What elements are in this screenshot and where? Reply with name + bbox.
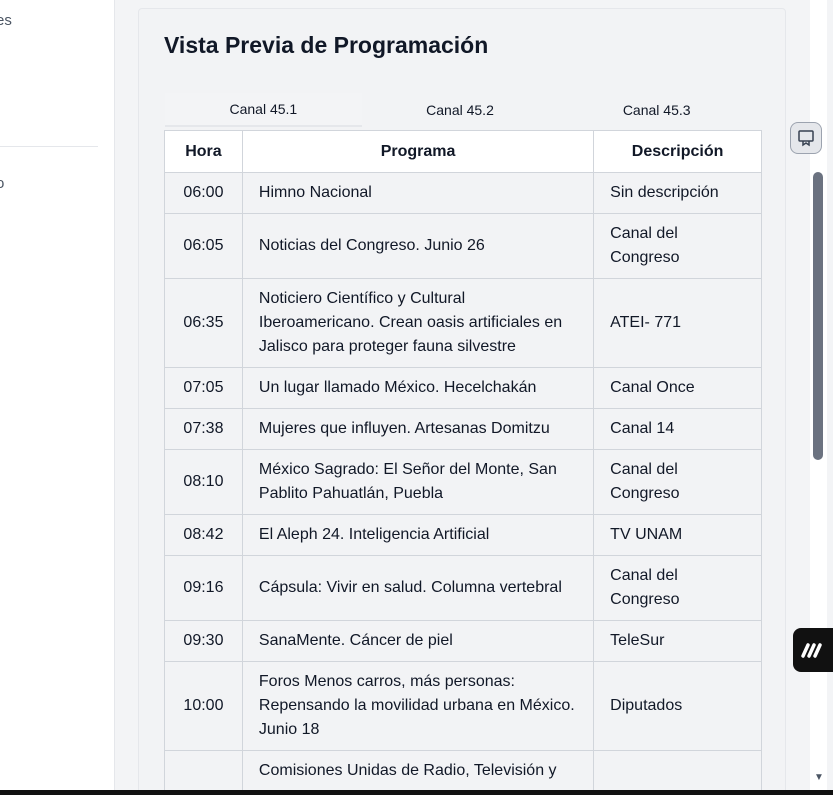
cell-programa: SanaMente. Cáncer de piel <box>241 620 595 662</box>
table-row: 08:42 El Aleph 24. Inteligencia Artificia… <box>164 514 762 556</box>
tab-canal-45-2[interactable]: Canal 45.2 <box>362 93 559 127</box>
cell-hora: 06:05 <box>164 213 243 279</box>
table-row: 06:00 Himno Nacional Sin descripción <box>164 172 762 214</box>
cell-programa: Comisiones Unidas de Radio, Televisión y <box>241 750 595 790</box>
chevron-down-icon[interactable]: ▼ <box>814 772 824 783</box>
cell-hora <box>164 750 243 790</box>
sidebar-item-label[interactable]: es <box>0 12 12 29</box>
table-row: 06:05 Noticias del Congreso. Junio 26 Cana… <box>164 213 762 279</box>
cell-programa: Himno Nacional <box>241 172 595 214</box>
main-content: Vista Previa de Programación Canal 45.1 … <box>115 0 810 790</box>
cell-hora: 07:38 <box>164 408 243 450</box>
tab-canal-45-3[interactable]: Canal 45.3 <box>558 93 755 127</box>
schedule-table: Hora Programa Descripción 06:00 Himno Nac… <box>164 130 762 790</box>
cell-descripcion: ATEI- 771 <box>593 278 762 368</box>
table-body: 06:00 Himno Nacional Sin descripción 06:05 N… <box>164 172 762 790</box>
cell-programa: Foros Menos carros, más personas: Repens… <box>241 661 595 751</box>
table-row: 08:10 México Sagrado: El Señor del Monte,… <box>164 449 762 515</box>
table-row: 07:05 Un lugar llamado México. Hecelchaká… <box>164 367 762 409</box>
table-row: 10:00 Foros Menos carros, más personas: R… <box>164 661 762 751</box>
cell-descripcion: Canal Once <box>593 367 762 409</box>
cell-programa: El Aleph 24. Inteligencia Artificial <box>241 514 595 556</box>
cell-descripcion: Canal 14 <box>593 408 762 450</box>
cell-descripcion: Diputados <box>593 661 762 751</box>
table-row: 06:35 Noticiero Científico y Cultural Ibe… <box>164 278 762 368</box>
column-header-programa: Programa <box>241 130 595 173</box>
cell-programa: México Sagrado: El Señor del Monte, San … <box>241 449 595 515</box>
cell-hora: 09:30 <box>164 620 243 662</box>
table-row: Comisiones Unidas de Radio, Televisión y <box>164 750 762 790</box>
cell-programa: Noticiero Científico y Cultural Iberoame… <box>241 278 595 368</box>
cell-programa: Un lugar llamado México. Hecelchakán <box>241 367 595 409</box>
schedule-preview-card: Vista Previa de Programación Canal 45.1 … <box>138 8 786 790</box>
cell-hora: 08:10 <box>164 449 243 515</box>
table-row: 07:38 Mujeres que influyen. Artesanas Dom… <box>164 408 762 450</box>
table-header-row: Hora Programa Descripción <box>164 130 762 173</box>
cell-descripcion: Canal del Congreso <box>593 213 762 279</box>
cell-hora: 07:05 <box>164 367 243 409</box>
scrollbar-thumb[interactable] <box>813 172 823 460</box>
table-row: 09:30 SanaMente. Cáncer de piel TeleSur <box>164 620 762 662</box>
column-header-hora: Hora <box>164 130 243 173</box>
bottom-edge <box>0 790 833 795</box>
table-row: 09:16 Cápsula: Vivir en salud. Columna ve… <box>164 555 762 621</box>
sidebar-divider <box>0 146 98 147</box>
brand-logo-icon[interactable] <box>793 628 833 672</box>
cell-programa: Noticias del Congreso. Junio 26 <box>241 213 595 279</box>
cell-hora: 06:00 <box>164 172 243 214</box>
column-header-descripcion: Descripción <box>593 130 762 173</box>
cell-hora: 06:35 <box>164 278 243 368</box>
sidebar: es o <box>0 0 115 790</box>
cell-descripcion: Sin descripción <box>593 172 762 214</box>
bookmark-icon[interactable] <box>790 122 822 154</box>
cell-hora: 10:00 <box>164 661 243 751</box>
sidebar-item-label[interactable]: o <box>0 175 4 192</box>
cell-programa: Mujeres que influyen. Artesanas Domitzu <box>241 408 595 450</box>
cell-hora: 08:42 <box>164 514 243 556</box>
cell-descripcion <box>593 750 762 790</box>
page-title: Vista Previa de Programación <box>164 32 489 58</box>
cell-descripcion: TeleSur <box>593 620 762 662</box>
cell-descripcion: Canal del Congreso <box>593 449 762 515</box>
tab-canal-45-1[interactable]: Canal 45.1 <box>165 93 362 127</box>
cell-programa: Cápsula: Vivir en salud. Columna vertebr… <box>241 555 595 621</box>
channel-tabs: Canal 45.1 Canal 45.2 Canal 45.3 <box>165 93 755 127</box>
cell-hora: 09:16 <box>164 555 243 621</box>
cell-descripcion: Canal del Congreso <box>593 555 762 621</box>
cell-descripcion: TV UNAM <box>593 514 762 556</box>
